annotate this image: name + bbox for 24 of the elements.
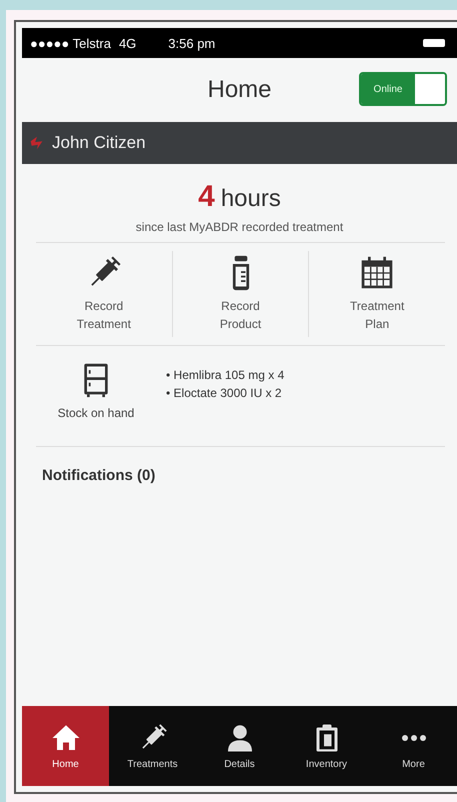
screen-title: Home	[207, 76, 272, 104]
clock-text: 3:56 pm	[168, 36, 216, 50]
tab[interactable]: Details	[196, 706, 283, 786]
patient-name: John Citizen	[52, 133, 146, 153]
action-button[interactable]: Record Treatment	[36, 251, 172, 337]
tab[interactable]: Home	[22, 706, 109, 786]
notifications-heading: Notifications (0)	[41, 466, 156, 486]
tab[interactable]: Inventory	[283, 706, 370, 786]
summary-caption: since last MyABDR recorded treatment	[134, 220, 344, 234]
stock-button[interactable]: Stock on hand	[36, 358, 156, 426]
online-toggle[interactable]: Online	[359, 72, 447, 106]
stock-item: • Hemlibra 105 mg x 4	[166, 367, 284, 384]
calendar-icon	[359, 255, 396, 291]
tab[interactable]: Treatments	[109, 706, 196, 786]
home-icon	[50, 722, 80, 752]
action-button[interactable]: Record Product	[172, 251, 308, 337]
stock-item: • Eloctate 3000 IU x 2	[166, 385, 283, 402]
hours-unit: hours	[220, 185, 281, 213]
carrier-text: ●●●●● Telstra	[30, 36, 111, 50]
battery-icon	[423, 39, 445, 47]
action-button[interactable]: Treatment Plan	[309, 251, 446, 337]
network-text: 4G	[118, 36, 136, 50]
tab[interactable]: More	[370, 706, 457, 786]
hours-count: 4	[198, 180, 215, 214]
